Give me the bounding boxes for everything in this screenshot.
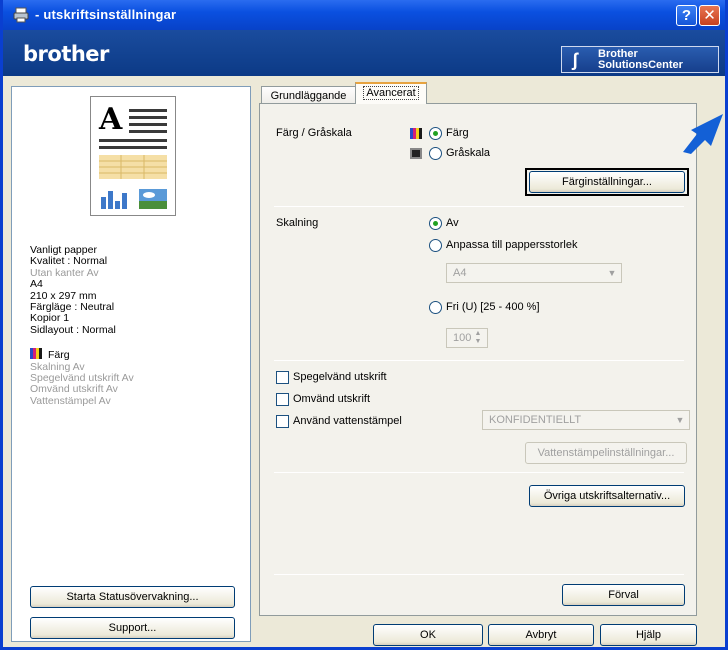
scaling-off-radio[interactable] xyxy=(429,217,442,230)
other-options-button[interactable]: Övriga utskriftsalternativ... xyxy=(529,485,685,507)
free-scaling-label[interactable]: Fri (U) [25 - 400 %] xyxy=(446,301,540,313)
watermark-settings-button[interactable]: Vattenstämpelinställningar... xyxy=(525,442,687,464)
window-title: - utskriftsinställningar xyxy=(35,7,177,22)
mirror-print-label[interactable]: Spegelvänd utskrift xyxy=(293,371,387,383)
color-radio-label[interactable]: Färg xyxy=(446,127,469,139)
preview-lines-icon xyxy=(99,109,167,209)
spin-arrows-icon: ▲ ▼ xyxy=(474,330,482,345)
help-title-button[interactable]: ? xyxy=(676,5,697,26)
separator xyxy=(274,472,684,473)
scaling-off-label[interactable]: Av xyxy=(446,217,459,229)
default-button[interactable]: Förval xyxy=(562,584,685,606)
scaling-label: Skalning xyxy=(276,217,319,229)
color-bars-icon xyxy=(410,128,422,139)
swoosh-icon: ʃ xyxy=(572,50,578,70)
grayscale-icon xyxy=(410,148,422,159)
watermark-dropdown[interactable]: KONFIDENTIELLT ▼ xyxy=(482,410,690,430)
summary-line: Utan kanter Av xyxy=(30,266,99,279)
title-bar[interactable]: - utskriftsinställningar ? ✕ xyxy=(3,0,725,30)
summary-line: A4 xyxy=(30,278,43,291)
free-scaling-radio[interactable] xyxy=(429,301,442,314)
separator xyxy=(274,206,684,207)
status-monitor-button[interactable]: Starta Statusövervakning... xyxy=(30,586,235,608)
separator xyxy=(274,360,684,361)
grayscale-radio-label[interactable]: Gråskala xyxy=(446,147,490,159)
chevron-down-icon: ▼ xyxy=(675,415,685,425)
cancel-button[interactable]: Avbryt xyxy=(488,624,594,646)
separator xyxy=(274,574,684,575)
color-settings-button[interactable]: Färginställningar... xyxy=(529,171,685,193)
summary-line: Sidlayout : Normal xyxy=(30,323,116,336)
help-button[interactable]: Hjälp xyxy=(600,624,697,646)
printer-preferences-window: - utskriftsinställningar ? ✕ brother ʃ B… xyxy=(0,0,728,650)
callout-arrow-icon xyxy=(683,114,723,154)
color-summary: Färg xyxy=(30,348,134,361)
color-bars-icon xyxy=(30,348,42,360)
chevron-down-icon: ▼ xyxy=(607,268,617,278)
grayscale-radio[interactable] xyxy=(429,147,442,160)
ok-button[interactable]: OK xyxy=(373,624,483,646)
summary-line: Vattenstämpel Av xyxy=(30,394,111,407)
advanced-tab-panel: Färg / Gråskala Färg Gråskala Färginstäl… xyxy=(259,103,697,616)
tab-advanced[interactable]: Avancerat xyxy=(355,82,427,104)
close-button[interactable]: ✕ xyxy=(699,5,720,26)
paper-size-dropdown[interactable]: A4 ▼ xyxy=(446,263,622,283)
solutions-center-label: Brother SolutionsCenter xyxy=(598,48,683,71)
color-radio[interactable] xyxy=(429,127,442,140)
reverse-print-checkbox[interactable] xyxy=(276,393,289,406)
printer-icon xyxy=(13,7,29,23)
support-button[interactable]: Support... xyxy=(30,617,235,639)
brother-logo: brother xyxy=(23,42,109,66)
solutions-center-button[interactable]: ʃ Brother SolutionsCenter xyxy=(561,46,719,73)
fit-to-paper-label[interactable]: Anpassa till pappersstorlek xyxy=(446,239,577,251)
watermark-label[interactable]: Använd vattenstämpel xyxy=(293,415,402,427)
settings-preview-pane: A Vanligt papper Kvalitet: Normal Utan … xyxy=(11,86,251,642)
page-preview: A xyxy=(90,96,176,216)
mirror-print-checkbox[interactable] xyxy=(276,371,289,384)
fit-to-paper-radio[interactable] xyxy=(429,239,442,252)
watermark-checkbox[interactable] xyxy=(276,415,289,428)
settings-summary: Vanligt papper Kvalitet : Normal Utan ka… xyxy=(30,244,134,407)
color-mode-label: Färg / Gråskala xyxy=(276,127,352,139)
brand-bar: brother ʃ Brother SolutionsCenter xyxy=(3,30,725,76)
reverse-print-label[interactable]: Omvänd utskrift xyxy=(293,393,370,405)
scaling-percent-stepper[interactable]: 100 ▲ ▼ xyxy=(446,328,488,348)
